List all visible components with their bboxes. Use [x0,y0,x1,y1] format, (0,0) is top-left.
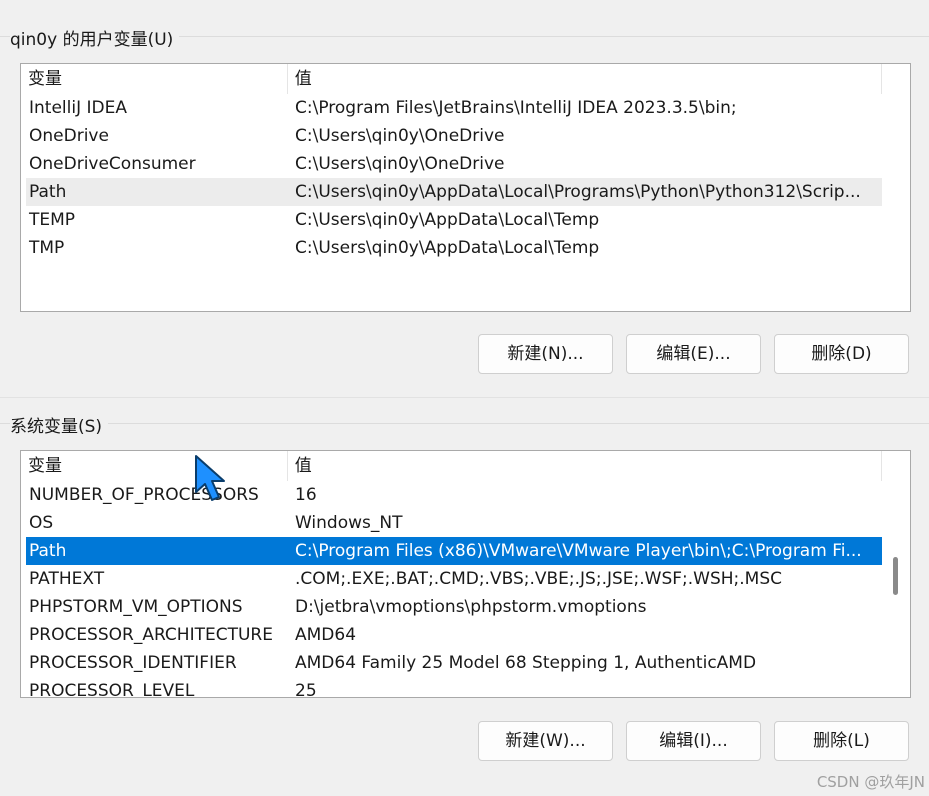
variable-value: AMD64 Family 25 Model 68 Stepping 1, Aut… [295,653,757,673]
variable-name: IntelliJ IDEA [29,98,127,118]
system-delete-button[interactable]: 删除(L) [774,721,909,761]
variable-name: Path [29,182,67,202]
scrollbar-thumb[interactable] [893,557,898,595]
list-item[interactable]: PATHEXT .COM;.EXE;.BAT;.CMD;.VBS;.VBE;.J… [26,565,882,593]
variable-value: D:\jetbra\vmoptions\phpstorm.vmoptions [295,597,647,617]
list-item-selected[interactable]: Path C:\Program Files (x86)\VMware\VMwar… [26,537,882,565]
watermark: CSDN @玖年JN [816,773,925,791]
variable-name: NUMBER_OF_PROCESSORS [29,485,259,505]
variable-name: PROCESSOR_IDENTIFIER [29,653,237,673]
user-delete-button[interactable]: 删除(D) [774,334,909,374]
system-group-divider [0,423,929,424]
variable-value: 25 [295,681,317,698]
list-item[interactable]: OneDrive C:\Users\qin0y\OneDrive [26,122,882,150]
user-new-button[interactable]: 新建(N)... [478,334,613,374]
list-item[interactable]: IntelliJ IDEA C:\Program Files\JetBrains… [26,94,882,122]
list-item[interactable]: PROCESSOR_LEVEL 25 [26,677,882,698]
system-edit-button[interactable]: 编辑(I)... [626,721,761,761]
system-variables-list[interactable]: 变量 值 NUMBER_OF_PROCESSORS 16 OS Windows_… [20,450,911,698]
system-list-header: 变量 值 [21,451,882,481]
column-header-value[interactable]: 值 [288,451,882,481]
user-variables-list[interactable]: 变量 值 IntelliJ IDEA C:\Program Files\JetB… [20,63,911,312]
variable-name: PATHEXT [29,569,105,589]
system-variables-title: 系统变量(S) [10,412,109,437]
variable-name: PROCESSOR_LEVEL [29,681,195,698]
variable-value: Windows_NT [295,513,403,533]
variable-name: OS [29,513,54,533]
variable-name: PHPSTORM_VM_OPTIONS [29,597,243,617]
variable-value: C:\Users\qin0y\OneDrive [295,126,505,146]
list-item[interactable]: TMP C:\Users\qin0y\AppData\Local\Temp [26,234,882,262]
user-edit-button[interactable]: 编辑(E)... [626,334,761,374]
variable-value: AMD64 [295,625,357,645]
variable-name: TMP [29,238,65,258]
user-variables-title: qin0y 的用户变量(U) [10,25,180,50]
column-header-variable[interactable]: 变量 [21,451,288,481]
variable-value: C:\Program Files\JetBrains\IntelliJ IDEA… [295,98,737,118]
list-item[interactable]: PHPSTORM_VM_OPTIONS D:\jetbra\vmoptions\… [26,593,882,621]
list-item[interactable]: OS Windows_NT [26,509,882,537]
list-item[interactable]: TEMP C:\Users\qin0y\AppData\Local\Temp [26,206,882,234]
variable-value: 16 [295,485,317,505]
list-item[interactable]: PROCESSOR_ARCHITECTURE AMD64 [26,621,882,649]
variable-name: TEMP [29,210,76,230]
variable-value: C:\Users\qin0y\AppData\Local\Temp [295,238,600,258]
section-separator [0,397,929,398]
list-item-hovered[interactable]: Path C:\Users\qin0y\AppData\Local\Progra… [26,178,882,206]
mouse-pointer-icon [195,455,225,501]
variable-value: C:\Program Files (x86)\VMware\VMware Pla… [295,541,862,561]
column-header-value[interactable]: 值 [288,64,882,94]
variable-value: C:\Users\qin0y\AppData\Local\Programs\Py… [295,182,861,202]
vertical-scrollbar[interactable] [882,451,910,697]
user-list-header: 变量 值 [21,64,882,94]
variable-value: .COM;.EXE;.BAT;.CMD;.VBS;.VBE;.JS;.JSE;.… [295,569,783,589]
list-item[interactable]: OneDriveConsumer C:\Users\qin0y\OneDrive [26,150,882,178]
variable-value: C:\Users\qin0y\AppData\Local\Temp [295,210,600,230]
list-item[interactable]: PROCESSOR_IDENTIFIER AMD64 Family 25 Mod… [26,649,882,677]
list-item[interactable]: NUMBER_OF_PROCESSORS 16 [26,481,882,509]
variable-name: Path [29,541,67,561]
variable-value: C:\Users\qin0y\OneDrive [295,154,505,174]
variable-name: OneDrive [29,126,109,146]
variable-name: OneDriveConsumer [29,154,196,174]
system-new-button[interactable]: 新建(W)... [478,721,613,761]
variable-name: PROCESSOR_ARCHITECTURE [29,625,273,645]
column-header-variable[interactable]: 变量 [21,64,288,94]
